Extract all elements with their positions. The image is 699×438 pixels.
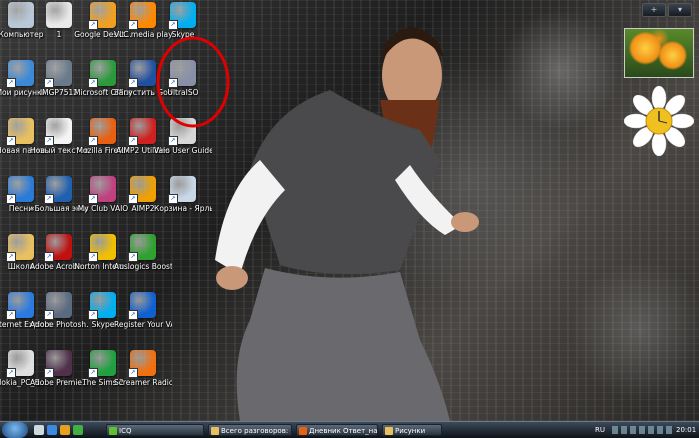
taskbar-button-label: Дневник Ответ_на_... bbox=[309, 427, 378, 435]
add-gadget-button[interactable]: + bbox=[642, 3, 666, 17]
chat-window-icon bbox=[211, 427, 219, 435]
taskbar-button[interactable]: Дневник Ответ_на_... bbox=[296, 424, 378, 436]
taskbar: ICQ Всего разговоров: ... Дневник Ответ_на… bbox=[0, 421, 699, 438]
taskbar-button[interactable]: Рисунки bbox=[382, 424, 442, 436]
taskbar-button-label: ICQ bbox=[119, 427, 132, 435]
language-indicator[interactable]: RU bbox=[595, 424, 605, 436]
taskbar-button[interactable]: ICQ bbox=[106, 424, 204, 436]
clock-time[interactable]: 20:01 bbox=[676, 424, 696, 436]
desktop[interactable]: Компьютер 1 ↗ Google Deskt... ↗ VLC media pla… bbox=[0, 0, 699, 421]
icq-flower-icon bbox=[109, 427, 117, 435]
taskbar-button[interactable]: Всего разговоров: ... bbox=[208, 424, 292, 436]
tray-icons[interactable] bbox=[612, 426, 672, 434]
clock-gadget[interactable] bbox=[624, 86, 694, 156]
taskbar-button-label: Всего разговоров: ... bbox=[221, 427, 292, 435]
quick-launch-icon[interactable] bbox=[34, 425, 44, 435]
quick-launch-icon[interactable] bbox=[47, 425, 57, 435]
quick-launch-icon[interactable] bbox=[73, 425, 83, 435]
quick-launch-icon[interactable] bbox=[60, 425, 70, 435]
red-circle-annotation bbox=[156, 36, 230, 128]
photo-gadget[interactable] bbox=[624, 28, 694, 78]
start-button[interactable] bbox=[2, 422, 28, 438]
folder-icon bbox=[385, 427, 393, 435]
gadget-menu-button[interactable]: ▾ bbox=[668, 3, 692, 17]
taskbar-button-label: Рисунки bbox=[395, 427, 426, 435]
sidebar-controls: + ▾ bbox=[622, 3, 696, 17]
firefox-icon bbox=[299, 427, 307, 435]
